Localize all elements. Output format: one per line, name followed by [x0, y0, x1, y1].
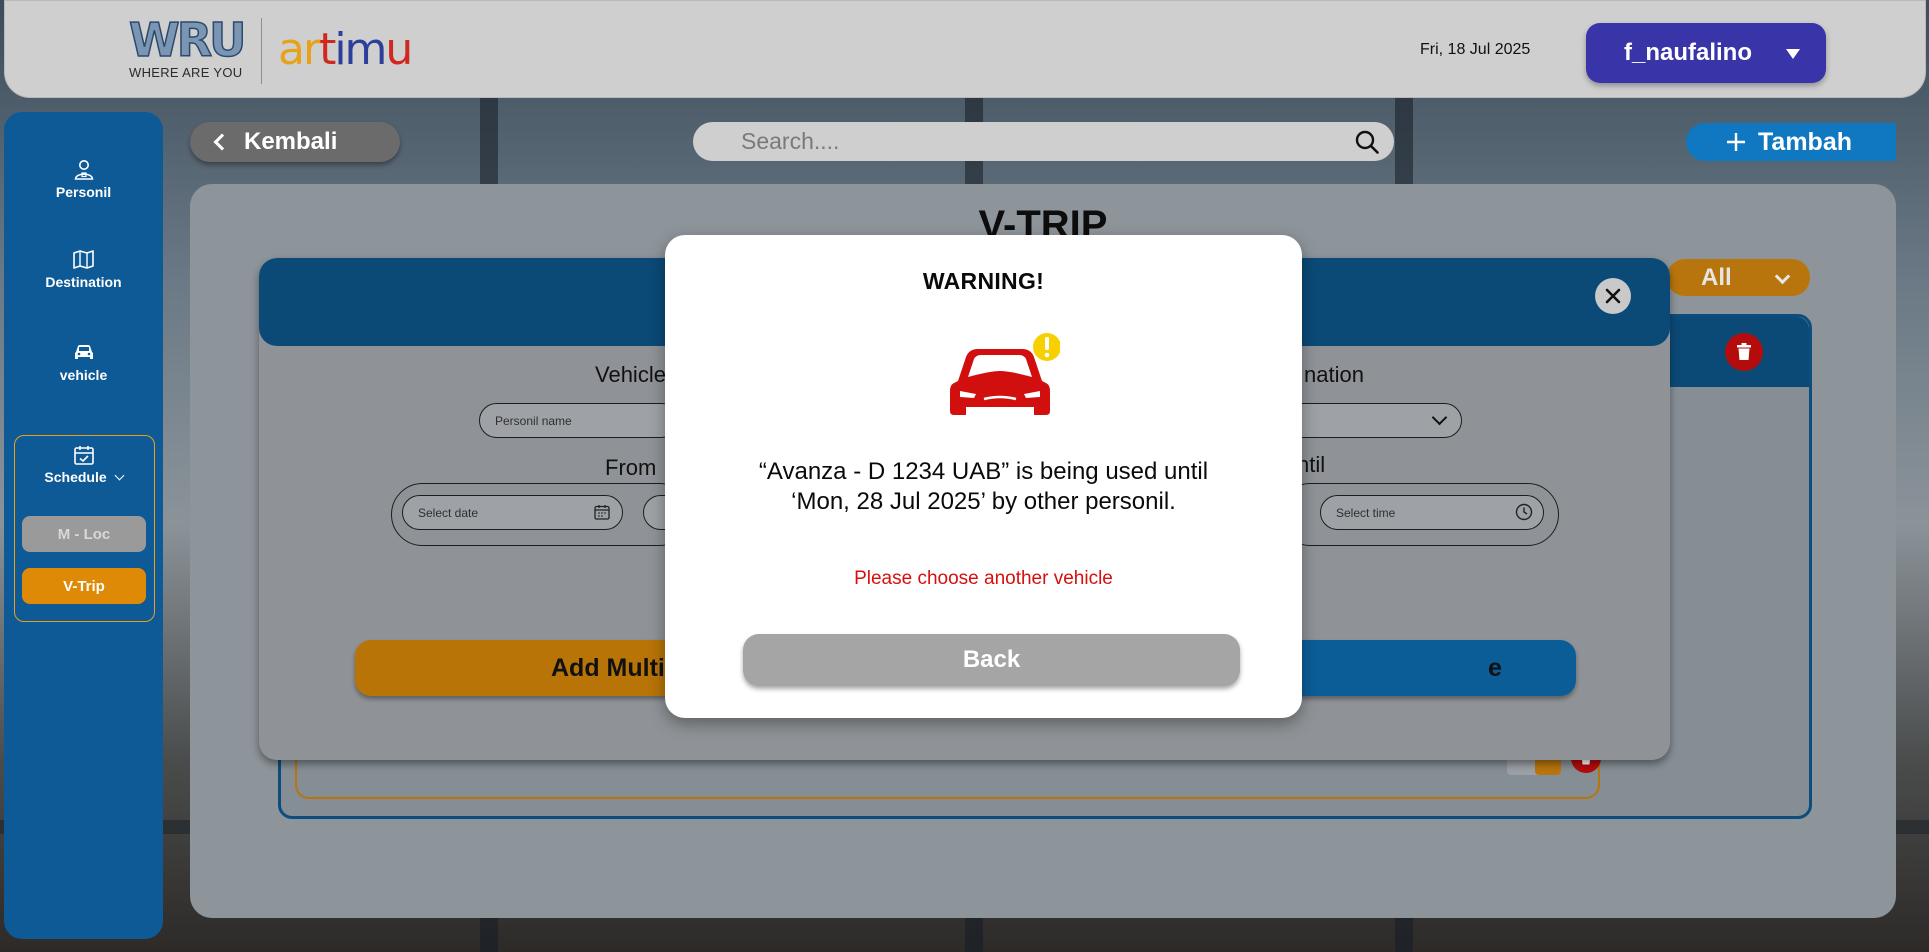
- warning-message-line-2: ‘Mon, 28 Jul 2025’ by other personil.: [791, 488, 1176, 515]
- map-icon: [72, 250, 94, 269]
- wru-logo-text: WRU: [128, 13, 247, 67]
- username-label: f_naufalino: [1624, 39, 1753, 66]
- calendar-icon: [594, 505, 610, 520]
- sidebar-item-personil[interactable]: Personil: [4, 157, 163, 200]
- current-date: Fri, 18 Jul 2025: [1420, 41, 1531, 58]
- from-date-placeholder: Select date: [418, 505, 479, 520]
- schedule-group: Schedule M - Loc V-Trip: [14, 435, 155, 622]
- car-warning-icon: [950, 333, 1060, 415]
- wru-logo: WRU WHERE ARE YOU: [128, 13, 247, 80]
- until-time-input[interactable]: Select time: [1320, 495, 1544, 530]
- personil-name-input[interactable]: Personil name: [479, 403, 679, 438]
- chevron-down-icon: [114, 470, 125, 481]
- sidebar-item-label: Destination: [45, 274, 122, 290]
- back-button-label: Kembali: [244, 128, 338, 155]
- save-button-label: e: [1488, 653, 1502, 682]
- sidebar-subitem-mloc[interactable]: M - Loc: [22, 516, 146, 552]
- modal-title: WARNING!: [922, 268, 1045, 294]
- search-icon[interactable]: [1354, 129, 1380, 155]
- sidebar-item-vehicle[interactable]: vehicle: [4, 342, 163, 383]
- search-input[interactable]: [741, 122, 1321, 161]
- chevron-down-icon: [1774, 268, 1791, 285]
- calendar-check-icon: [73, 446, 94, 465]
- warning-hint: Please choose another vehicle: [854, 568, 1113, 589]
- chevron-down-icon: [1431, 409, 1448, 426]
- destination-label: nation: [1304, 362, 1364, 387]
- wru-logo-tagline: WHERE ARE YOU: [129, 65, 243, 80]
- sidebar-subitem-vtrip[interactable]: V-Trip: [22, 568, 146, 604]
- chevron-left-icon: [213, 133, 231, 151]
- car-icon: [74, 345, 93, 359]
- top-header: WRU WHERE ARE YOU artimu Fri, 18 Jul 202…: [4, 0, 1926, 98]
- trash-icon: [1737, 343, 1751, 360]
- filter-label: All: [1701, 263, 1732, 291]
- plus-icon: [1727, 133, 1745, 151]
- sidebar-item-label: Schedule: [44, 469, 107, 485]
- clock-icon: [1515, 503, 1533, 521]
- sidebar-item-label: vehicle: [59, 367, 108, 383]
- delete-group-button[interactable]: [1725, 333, 1763, 371]
- close-icon: [1605, 288, 1621, 304]
- artimu-logo: artimu: [278, 24, 413, 75]
- warning-message-line-1: “Avanza - D 1234 UAB” is being used unti…: [758, 458, 1209, 485]
- vehicle-label: Vehicle: [595, 362, 666, 387]
- logo-divider: [261, 18, 262, 84]
- back-button[interactable]: Kembali: [190, 122, 400, 162]
- person-id-icon: [74, 160, 93, 180]
- until-time-placeholder: Select time: [1336, 505, 1396, 520]
- sidebar: Personil Destination vehicle Schedule M …: [4, 112, 163, 939]
- caret-down-icon: [1786, 49, 1800, 59]
- add-button[interactable]: Tambah: [1686, 123, 1896, 161]
- warning-message: “Avanza - D 1234 UAB” is being used unti…: [705, 457, 1262, 517]
- close-button[interactable]: [1595, 278, 1631, 314]
- sidebar-item-schedule[interactable]: Schedule: [4, 444, 163, 485]
- user-menu-button[interactable]: f_naufalino: [1586, 23, 1826, 83]
- add-button-label: Tambah: [1758, 127, 1852, 156]
- modal-back-button[interactable]: Back: [743, 634, 1240, 686]
- from-label: From: [605, 455, 657, 480]
- sidebar-item-destination[interactable]: Destination: [4, 247, 163, 290]
- from-date-input[interactable]: Select date: [402, 495, 623, 530]
- sidebar-item-label: Personil: [55, 184, 112, 200]
- filter-dropdown[interactable]: All: [1667, 259, 1810, 296]
- search-bar: [693, 122, 1394, 161]
- warning-modal: WARNING! “Avanza - D 1234 UAB” is being …: [665, 235, 1302, 718]
